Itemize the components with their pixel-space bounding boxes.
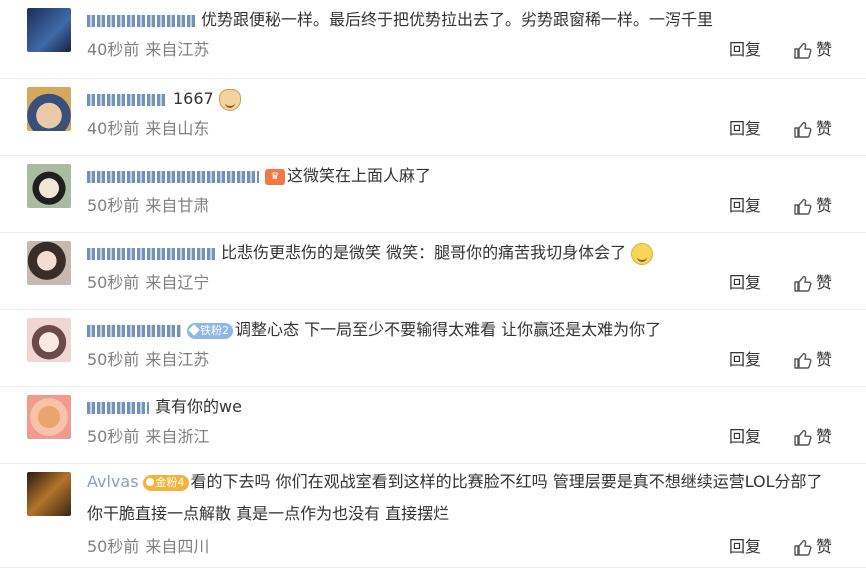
fan-level-badge: 金粉4 [142, 474, 189, 491]
username[interactable] [87, 247, 215, 261]
reply-button[interactable]: 回复 [729, 119, 761, 139]
avatar[interactable] [27, 472, 71, 516]
avatar[interactable] [27, 87, 71, 131]
username[interactable] [87, 170, 259, 184]
comment-time: 50秒前 [87, 350, 140, 369]
username[interactable] [87, 14, 195, 28]
reply-button[interactable]: 回复 [729, 537, 761, 557]
comment-time: 50秒前 [87, 427, 140, 446]
username[interactable] [87, 324, 181, 338]
like-button[interactable]: 赞 [793, 119, 832, 139]
avatar[interactable] [27, 395, 71, 439]
thumbs-up-icon [794, 275, 812, 292]
reply-button[interactable]: 回复 [729, 40, 761, 60]
comment-item: Avlvas 金粉4 看的下去吗 你们在观战室看到这样的比赛脸不红吗 管理层要是真不… [0, 464, 866, 568]
like-label: 赞 [816, 427, 833, 446]
thumbs-up-icon [794, 198, 812, 215]
comment-text: 1667 [173, 89, 214, 108]
comment-time: 50秒前 [87, 196, 140, 215]
like-label: 赞 [816, 40, 833, 59]
reply-button[interactable]: 回复 [729, 196, 761, 216]
like-button[interactable]: 赞 [793, 40, 832, 60]
comment-time: 50秒前 [87, 537, 140, 556]
avatar[interactable] [27, 241, 71, 285]
like-label: 赞 [816, 537, 833, 556]
comment-text: 这微笑在上面人麻了 [287, 166, 432, 185]
reply-button[interactable]: 回复 [729, 273, 761, 293]
like-label: 赞 [816, 196, 833, 215]
comment-item: 真有你的we 50秒前 来自浙江 回复 赞 [0, 387, 866, 464]
comment-location: 来自辽宁 [145, 273, 210, 292]
like-button[interactable]: 赞 [793, 350, 832, 370]
thumbs-up-icon [794, 42, 812, 59]
comment-location: 来自江苏 [145, 40, 210, 59]
comment-text: 优势跟便秘一样。最后终于把优势拉出去了。劣势跟窗稀一样。一泻千里 [201, 10, 714, 29]
thumbs-up-icon [794, 121, 812, 138]
cat-emoji-icon [218, 88, 241, 111]
like-label: 赞 [816, 273, 833, 292]
comment-item: 铁粉2 调整心态 下一局至少不要输得太难看 让你赢还是太难为你了 50秒前 来自江苏… [0, 310, 866, 387]
comment-time: 50秒前 [87, 273, 140, 292]
comment-location: 来自四川 [145, 537, 210, 556]
comment-text: 看的下去吗 你们在观战室看到这样的比赛脸不红吗 管理层要是真不想继续运营LOL分… [87, 472, 823, 523]
comment-item: ♛ 这微笑在上面人麻了 50秒前 来自甘肃 回复 赞 [0, 156, 866, 233]
vip-badge-icon: ♛ [265, 168, 285, 185]
username[interactable] [87, 93, 167, 107]
like-button[interactable]: 赞 [793, 273, 832, 293]
thumbs-up-icon [794, 352, 812, 369]
smile-emoji-icon [631, 242, 654, 265]
comment-item: 1667 40秒前 来自山东 回复 赞 [0, 79, 866, 156]
comment-location: 来自甘肃 [145, 196, 210, 215]
comment-text: 调整心态 下一局至少不要输得太难看 让你赢还是太难为你了 [235, 320, 662, 339]
thumbs-up-icon [794, 539, 812, 556]
reply-button[interactable]: 回复 [729, 427, 761, 447]
comment-location: 来自山东 [145, 119, 210, 138]
comment-item: 优势跟便秘一样。最后终于把优势拉出去了。劣势跟窗稀一样。一泻千里 40秒前 来自江… [0, 0, 866, 79]
like-button[interactable]: 赞 [793, 427, 832, 447]
comment-location: 来自浙江 [145, 427, 210, 446]
username[interactable] [87, 401, 149, 415]
comment-text: 真有你的we [155, 397, 242, 416]
thumbs-up-icon [794, 429, 812, 446]
comment-location: 来自江苏 [145, 350, 210, 369]
username[interactable]: Avlvas [87, 472, 139, 491]
like-button[interactable]: 赞 [793, 196, 832, 216]
avatar[interactable] [27, 318, 71, 362]
like-label: 赞 [816, 350, 833, 369]
comment-time: 40秒前 [87, 119, 140, 138]
comment-list: 优势跟便秘一样。最后终于把优势拉出去了。劣势跟窗稀一样。一泻千里 40秒前 来自江… [0, 0, 866, 568]
like-button[interactable]: 赞 [793, 537, 832, 557]
reply-button[interactable]: 回复 [729, 350, 761, 370]
comment-time: 40秒前 [87, 40, 140, 59]
like-label: 赞 [816, 119, 833, 138]
comment-text: 比悲伤更悲伤的是微笑 微笑：腿哥你的痛苦我切身体会了 [221, 243, 627, 262]
fan-level-badge: 铁粉2 [187, 322, 233, 339]
avatar[interactable] [27, 8, 71, 52]
avatar[interactable] [27, 164, 71, 208]
comment-item: 比悲伤更悲伤的是微笑 微笑：腿哥你的痛苦我切身体会了 50秒前 来自辽宁 回复 赞 [0, 233, 866, 310]
